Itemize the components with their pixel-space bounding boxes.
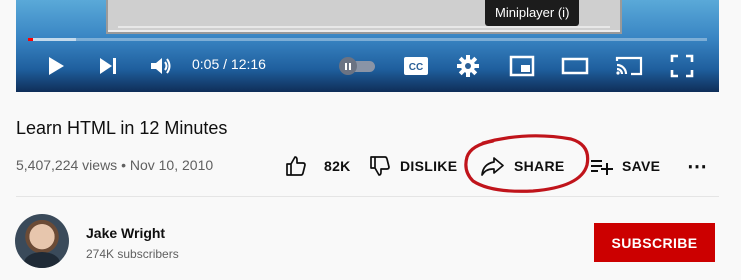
volume-button[interactable] [147,52,175,80]
time-display: 0:05 / 12:16 [192,56,266,72]
dislike-label: DISLIKE [400,158,458,174]
cc-icon: CC [404,57,428,75]
thumbs-up-icon [284,154,308,178]
like-count: 82K [324,158,351,174]
theater-icon [561,57,589,75]
video-meta: 5,407,224 views • Nov 10, 2010 [16,157,214,173]
channel-name[interactable]: Jake Wright [86,225,165,241]
channel-avatar[interactable] [15,214,69,268]
progress-bar[interactable] [28,38,707,41]
next-button[interactable] [94,52,122,80]
more-icon: ⋯ [687,155,708,178]
play-button[interactable] [42,52,70,80]
pause-icon [339,57,357,75]
svg-text:CC: CC [409,62,423,73]
miniplayer-button[interactable] [508,52,536,80]
save-label: SAVE [622,158,661,174]
settings-icon [457,55,479,77]
miniplayer-tooltip: Miniplayer (i) [485,0,580,26]
subscriber-count: 274K subscribers [86,247,179,261]
youtube-watch-page: Miniplayer (i) 0:05 / 12:16 CC Learn HTM… [0,0,741,280]
theater-mode-button[interactable] [560,52,590,80]
play-icon [49,57,64,75]
thumbs-down-icon [368,154,392,178]
dislike-button[interactable]: DISLIKE [368,148,457,184]
cast-icon [615,56,643,76]
share-button[interactable]: SHARE [480,148,565,184]
video-title: Learn HTML in 12 Minutes [16,118,228,138]
cast-button[interactable] [614,52,644,80]
video-player[interactable]: Miniplayer (i) 0:05 / 12:16 CC [16,0,719,92]
fullscreen-icon [670,54,694,78]
autoplay-toggle[interactable] [339,57,375,75]
volume-icon [151,58,171,74]
progress-loaded [28,38,76,41]
fullscreen-button[interactable] [668,52,696,80]
miniplayer-icon [509,55,535,77]
divider [16,196,719,197]
more-actions-button[interactable]: ⋯ [687,148,707,184]
share-icon [480,154,506,178]
next-icon [100,58,116,74]
subscribe-button[interactable]: SUBSCRIBE [594,223,715,262]
save-button[interactable]: SAVE [590,148,660,184]
progress-played [28,38,33,41]
like-button[interactable]: 82K [284,148,351,184]
playlist-add-icon [590,154,614,178]
captions-button[interactable]: CC [402,52,430,80]
share-label: SHARE [514,158,565,174]
settings-button[interactable] [454,52,482,80]
